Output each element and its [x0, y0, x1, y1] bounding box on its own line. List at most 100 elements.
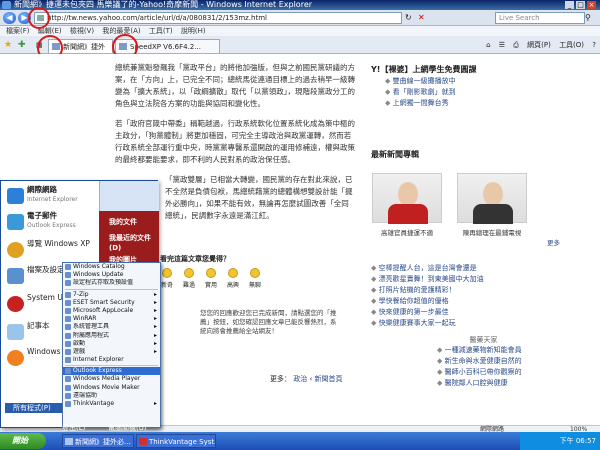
print-icon[interactable]: ⎙ — [513, 41, 519, 49]
thinkvantage-icon — [139, 438, 147, 445]
program-icon — [65, 340, 71, 347]
recent-documents[interactable]: 我最近的文件(D) — [109, 233, 163, 253]
add-favorites-icon[interactable]: ✚ — [18, 40, 26, 50]
program-item[interactable]: Windows Catalog — [63, 263, 160, 271]
promo-link[interactable]: 雙曲線一級攤播放中 — [385, 76, 600, 87]
address-field[interactable]: http://tw.news.yahoo.com/article/url/d/a… — [34, 12, 402, 24]
start-item-internet[interactable]: 網際網路 Internet Explorer — [5, 185, 97, 207]
transfer-icon — [7, 268, 24, 284]
logoff-button[interactable]: 登出(L) — [62, 423, 85, 433]
more-link[interactable]: 更多 — [547, 237, 560, 247]
program-item[interactable]: 設定程式存取及預設值 — [63, 279, 160, 287]
news-link[interactable]: 漂亮歡星賣舞！到東美國中大加油 — [371, 274, 600, 285]
clock[interactable]: 下午 06:57 — [560, 437, 596, 445]
program-item[interactable]: WinRAR — [63, 315, 160, 323]
program-item[interactable]: ESET Smart Security — [63, 299, 160, 307]
health-link[interactable]: 新生命與水愛健康自然的 — [437, 356, 600, 367]
mood-option[interactable]: 高興 — [226, 268, 240, 289]
mood-option[interactable]: 難過 — [182, 268, 196, 289]
program-item[interactable]: 遊戲 — [63, 348, 160, 356]
program-item[interactable]: Windows Movie Maker — [63, 384, 160, 392]
program-item[interactable]: 7-Zip — [63, 291, 160, 299]
program-label: 系統管理工具 — [73, 323, 110, 331]
program-item[interactable]: 附屬應用程式 — [63, 332, 160, 340]
program-icon — [65, 368, 71, 375]
mood-option[interactable]: 無聊 — [248, 268, 262, 289]
health-link[interactable]: 一種減速藥物新知能會員 — [437, 345, 600, 356]
shutdown-button[interactable]: 電腦關機(U) — [108, 423, 147, 433]
search-icon[interactable]: ⚲ — [585, 13, 597, 23]
promo-link[interactable]: 上網獨一間舞台秀 — [385, 98, 600, 109]
minimize-button[interactable]: _ — [565, 1, 574, 9]
program-item[interactable]: 遠端協助 — [63, 392, 160, 400]
menu-help[interactable]: 說明(H) — [181, 26, 206, 36]
feeds-icon[interactable]: ☰ — [499, 41, 505, 49]
taskbar-task[interactable]: 新聞網》捷外必... — [62, 434, 134, 448]
menu-file[interactable]: 檔案(F) — [6, 26, 30, 36]
promo-link[interactable]: 看「剛影歌劇」就到 — [385, 87, 600, 98]
promo-title[interactable]: Y!【裸婆】上網學生免費圓課 — [367, 64, 600, 76]
health-link[interactable]: 醫院鄰人口腔與健康 — [437, 378, 600, 389]
news-album-title: 最新新聞專輯 — [371, 150, 419, 159]
program-label: Outlook Express — [73, 367, 122, 375]
footer-link[interactable]: 新聞首頁 — [314, 375, 342, 383]
home-icon[interactable]: ⌂ — [486, 41, 490, 49]
program-label: Windows Movie Maker — [73, 383, 140, 391]
health-link[interactable]: 醫師小百科已帶你觀察的 — [437, 367, 600, 378]
close-button[interactable]: × — [587, 1, 596, 9]
start-item-tour[interactable]: 導覽 Windows XP — [5, 239, 97, 261]
program-item[interactable]: 系統管理工具 — [63, 323, 160, 332]
ie-icon — [7, 188, 24, 204]
program-item[interactable]: 啟動 — [63, 340, 160, 348]
taskbar-task[interactable]: ThinkVantage Syst... — [136, 434, 216, 448]
favorites-star-icon[interactable]: ★ — [4, 40, 12, 50]
news-link[interactable]: 打照片鉆機的愛護精彩！ — [371, 285, 600, 296]
search-input[interactable]: Live Search — [495, 12, 585, 24]
maximize-button[interactable]: □ — [576, 1, 585, 9]
program-item[interactable]: Outlook Express — [63, 367, 160, 376]
program-item[interactable]: Microsoft AppLocale — [63, 307, 160, 315]
highlight-title: 醫藥天家 — [469, 336, 498, 344]
program-icon — [65, 272, 71, 279]
program-item[interactable]: Windows Update — [63, 271, 160, 279]
back-button[interactable]: ◀ — [3, 12, 16, 24]
photo-caption[interactable]: 陳再總理在最鋪電視 — [457, 227, 527, 237]
news-photo[interactable] — [457, 173, 527, 224]
go-icon[interactable]: ↻ — [405, 13, 412, 22]
program-label: Windows Catalog — [73, 263, 125, 270]
article-paragraph: 「黨政雙層」已相當大轉變，國民黨的存在對此來說，已不全然是負債包袱，馬總統藉黨的… — [165, 175, 353, 220]
programs-flyout: Windows Catalog Windows Update 設定程式存取及預設值 7… — [62, 262, 161, 428]
start-button[interactable]: 開始 — [0, 433, 46, 449]
menu-separator — [65, 288, 158, 290]
program-item[interactable]: Internet Explorer — [63, 356, 160, 364]
program-icon — [65, 348, 71, 355]
program-item[interactable]: ThinkVantage — [63, 400, 160, 408]
tools-menu[interactable]: 工具(O) — [559, 41, 584, 49]
mood-option[interactable]: 新奇 — [160, 268, 174, 289]
program-icon — [65, 307, 71, 314]
footer-link[interactable]: 政治 — [293, 375, 307, 383]
photo-caption[interactable]: 高雄官員捷運不適 — [372, 227, 442, 237]
news-photo[interactable] — [372, 173, 442, 224]
help-icon[interactable]: ? — [592, 41, 596, 49]
program-item[interactable]: Windows Media Player — [63, 375, 160, 383]
mood-option[interactable]: 實用 — [204, 268, 218, 289]
my-documents[interactable]: 我的文件 — [109, 217, 163, 227]
page-menu[interactable]: 網頁(P) — [527, 41, 551, 49]
news-link[interactable]: 快來健康的第一步最佳 — [371, 307, 600, 318]
program-label: 啟動 — [73, 339, 86, 347]
program-label: ThinkVantage — [73, 400, 115, 407]
program-label: ESET Smart Security — [73, 298, 135, 306]
survey-title: 看完這篇文章您覺得？ — [160, 255, 230, 263]
media-player-icon — [7, 350, 24, 366]
menu-view[interactable]: 檢視(V) — [70, 26, 94, 36]
update-icon — [7, 296, 24, 312]
news-link[interactable]: 快樂健康賽事大家一起玩 — [371, 318, 600, 329]
tab-row: ★ ✚ ▦ 新聞網》捷外必... SpeedXP V6.6F4.2... ⌂ ☰… — [0, 36, 600, 65]
stop-icon[interactable]: ✕ — [418, 13, 425, 22]
program-label: 附屬應用程式 — [73, 331, 110, 339]
news-link[interactable]: 學快餐給你超值的優格 — [371, 296, 600, 307]
menu-tools[interactable]: 工具(T) — [149, 26, 173, 36]
news-link[interactable]: 空棒提醒人台，這是台灣會還是 — [371, 263, 600, 274]
start-item-email[interactable]: 電子郵件 Outlook Express — [5, 211, 97, 233]
